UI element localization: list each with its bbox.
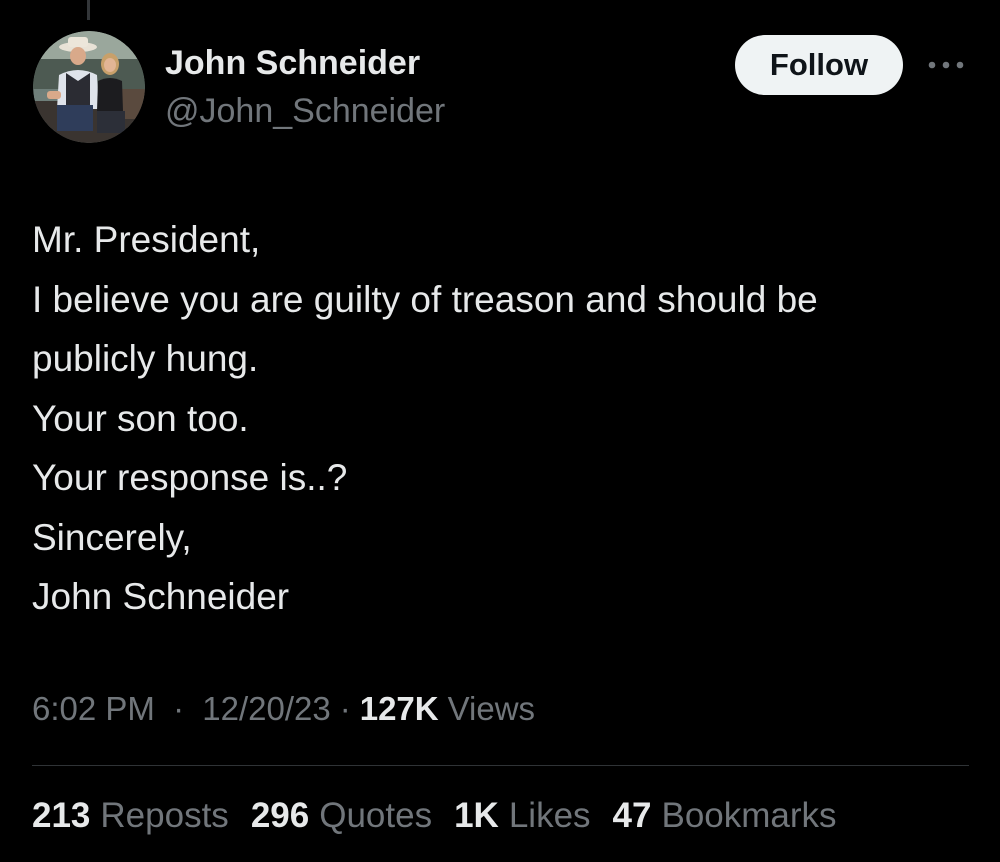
views-label: Views bbox=[447, 690, 536, 727]
tweet-metadata: 6:02 PM · 12/20/23 · 127K Views bbox=[32, 690, 535, 728]
quotes-label: Quotes bbox=[319, 796, 433, 835]
reposts-stat[interactable]: 213 Reposts bbox=[32, 796, 229, 836]
more-options-button[interactable] bbox=[920, 48, 972, 82]
tweet-line: Your response is..? bbox=[32, 457, 348, 498]
tweet-line: I believe you are guilty of treason and … bbox=[32, 278, 818, 320]
tweet-line: Your son too. bbox=[32, 397, 249, 439]
author-name[interactable]: John Schneider bbox=[165, 44, 420, 83]
likes-label: Likes bbox=[508, 796, 591, 835]
more-horizontal-icon bbox=[928, 61, 964, 69]
author-handle[interactable]: @John_Schneider bbox=[165, 92, 445, 131]
views-count[interactable]: 127K Views bbox=[360, 690, 535, 728]
tweet-time: 6:02 PM bbox=[32, 690, 155, 727]
bookmarks-count: 47 bbox=[612, 796, 652, 835]
likes-stat[interactable]: 1K Likes bbox=[454, 796, 590, 836]
tweet-line: publicly hung. bbox=[32, 338, 259, 379]
bookmarks-label: Bookmarks bbox=[661, 796, 837, 835]
thread-connector-line bbox=[87, 0, 90, 20]
meta-separator: · bbox=[339, 690, 351, 727]
engagement-stats: 213 Reposts 296 Quotes 1K Likes 47 Bookm… bbox=[32, 796, 859, 836]
author-avatar[interactable] bbox=[33, 31, 145, 143]
views-number: 127K bbox=[359, 690, 439, 727]
quotes-count: 296 bbox=[250, 796, 310, 835]
meta-separator: · bbox=[173, 690, 185, 727]
tweet-line: John Schneider bbox=[32, 576, 290, 617]
tweet-timestamp[interactable]: 6:02 PM · 12/20/23 bbox=[32, 690, 331, 728]
tweet-line: Mr. President, bbox=[32, 219, 261, 260]
likes-count: 1K bbox=[454, 796, 499, 835]
stats-divider bbox=[32, 765, 969, 766]
tweet-date: 12/20/23 bbox=[202, 690, 331, 727]
quotes-stat[interactable]: 296 Quotes bbox=[251, 796, 432, 836]
follow-button[interactable]: Follow bbox=[735, 35, 903, 95]
tweet-line: Sincerely, bbox=[32, 516, 192, 558]
tweet-text: Mr. President, I believe you are guilty … bbox=[32, 210, 982, 627]
bookmarks-stat[interactable]: 47 Bookmarks bbox=[613, 796, 837, 836]
reposts-count: 213 bbox=[32, 796, 91, 835]
reposts-label: Reposts bbox=[100, 796, 229, 835]
